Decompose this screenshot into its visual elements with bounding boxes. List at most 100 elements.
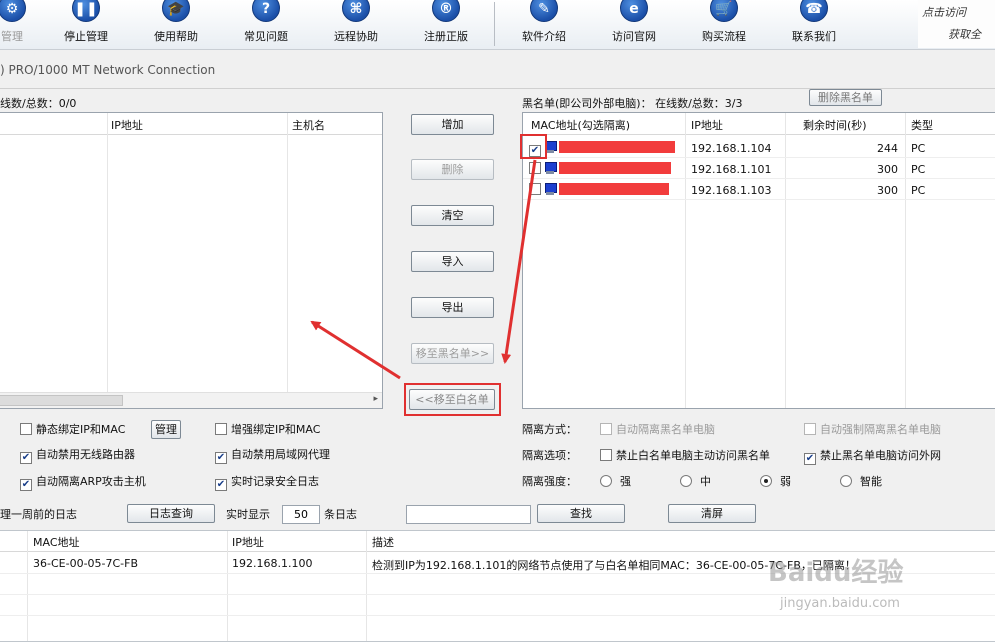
column-divider (227, 531, 228, 641)
brand-line: 点击访问 (922, 6, 966, 19)
column-header[interactable]: MAC地址 (33, 534, 80, 550)
strength-strong-radio[interactable]: 强 (600, 475, 631, 489)
isolation-checkbox[interactable] (529, 183, 541, 195)
scrollbar-thumb[interactable] (0, 395, 123, 406)
toolbar-label: 注册正版 (424, 30, 468, 43)
strength-smart-radio[interactable]: 智能 (840, 475, 882, 489)
radio[interactable] (600, 475, 612, 487)
column-header[interactable]: MAC地址(勾选隔离) (531, 117, 630, 133)
brand-banner[interactable]: 点击访问 获取全 (918, 0, 995, 48)
strength-medium-radio[interactable]: 中 (680, 475, 711, 489)
option-label: 中 (700, 475, 711, 488)
column-divider (27, 531, 28, 641)
toolbar-website-button[interactable]: e 访问官网 (594, 0, 674, 48)
row-ip: 192.168.1.101 (691, 163, 772, 176)
enhanced-bind-option[interactable]: 增强绑定IP和MAC (215, 423, 320, 437)
column-header[interactable]: 类型 (911, 117, 933, 133)
forbid-black-external-option[interactable]: ✔ 禁止黑名单电脑访问外网 (804, 449, 941, 465)
auto-isolate-option[interactable]: 自动隔离黑名单电脑 (600, 423, 715, 437)
delete-button[interactable]: 删除 (411, 159, 494, 180)
strength-label: 隔离强度： (522, 475, 577, 488)
import-button[interactable]: 导入 (411, 251, 494, 272)
move-to-whitelist-button[interactable]: <<移至白名单 (409, 389, 495, 410)
pause-icon: ❚❚ (72, 0, 100, 22)
computer-icon (545, 183, 557, 195)
radio[interactable] (840, 475, 852, 487)
horizontal-scrollbar[interactable]: ▸ (0, 392, 382, 408)
strength-weak-radio[interactable]: 弱 (760, 475, 791, 489)
column-divider (366, 531, 367, 641)
option-label: 自动禁用局域网代理 (231, 448, 330, 461)
scroll-right-icon[interactable]: ▸ (373, 394, 378, 404)
log-query-button[interactable]: 日志查询 (127, 504, 215, 523)
blacklist-caption: 黑名单(即公司外部电脑)： 在线数/总数：3/3 (522, 97, 743, 110)
row-divider (523, 157, 995, 158)
toolbar-faq-button[interactable]: ? 常见问题 (226, 0, 306, 48)
toolbar-purchase-button[interactable]: 🛒 购买流程 (684, 0, 764, 48)
blacklist-table[interactable]: MAC地址(勾选隔离) IP地址 剩余时间(秒) 类型 ✔ 192.168.1.… (522, 112, 995, 409)
checkbox[interactable]: ✔ (804, 453, 816, 465)
toolbar-help-button[interactable]: 🎓 使用帮助 (136, 0, 216, 48)
isolation-checkbox[interactable] (529, 162, 541, 174)
forbid-white-option[interactable]: 禁止白名单电脑主动访问黑名单 (600, 449, 770, 463)
toolbar-contact-button[interactable]: ☎ 联系我们 (774, 0, 854, 48)
column-header[interactable]: 主机名 (292, 117, 325, 133)
column-header[interactable]: IP地址 (691, 117, 723, 133)
column-divider (287, 113, 288, 408)
option-label: 自动隔离黑名单电脑 (616, 423, 715, 436)
toolbar-manage-button[interactable]: ⚙ 管理 (0, 0, 52, 48)
clear-screen-button[interactable]: 清屏 (668, 504, 756, 523)
network-adapter-name: ) PRO/1000 MT Network Connection (0, 63, 216, 77)
manage-button[interactable]: 管理 (151, 420, 181, 439)
checkbox[interactable] (600, 423, 612, 435)
clear-button[interactable]: 清空 (411, 205, 494, 226)
checkbox[interactable]: ✔ (20, 452, 32, 464)
move-to-blacklist-button[interactable]: 移至黑名单>> (411, 343, 494, 364)
checkbox[interactable]: ✔ (215, 479, 227, 491)
toolbar-label: 停止管理 (64, 30, 108, 43)
force-isolate-option[interactable]: 自动强制隔离黑名单电脑 (804, 423, 941, 437)
log-count-suffix: 条日志 (324, 508, 357, 521)
column-header[interactable]: IP地址 (232, 534, 264, 550)
row-mac-cell (529, 183, 669, 196)
row-mac-cell: ✔ (529, 141, 675, 157)
radio[interactable] (680, 475, 692, 487)
log-search-input[interactable] (406, 505, 531, 524)
column-divider (107, 113, 108, 408)
pen-icon: ✎ (530, 0, 558, 22)
toolbar-label: 使用帮助 (154, 30, 198, 43)
checkbox[interactable] (804, 423, 816, 435)
checkbox[interactable]: ✔ (20, 479, 32, 491)
option-label: 自动隔离ARP攻击主机 (36, 475, 146, 488)
column-header[interactable]: 剩余时间(秒) (803, 117, 867, 133)
static-bind-option[interactable]: 静态绑定IP和MAC (20, 423, 125, 437)
log-count-input[interactable]: 50 (282, 505, 320, 524)
disable-lan-proxy-option[interactable]: ✔ 自动禁用局域网代理 (215, 448, 330, 464)
add-button[interactable]: 增加 (411, 114, 494, 135)
brand-line: 获取全 (948, 28, 981, 41)
toolbar-register-button[interactable]: ® 注册正版 (406, 0, 486, 48)
export-button[interactable]: 导出 (411, 297, 494, 318)
table-header: MAC地址(勾选隔离) IP地址 剩余时间(秒) 类型 (523, 113, 995, 135)
checkbox[interactable] (215, 423, 227, 435)
toolbar-label: 联系我们 (792, 30, 836, 43)
toolbar-remote-button[interactable]: ⌘ 远程协助 (316, 0, 396, 48)
remote-assist-icon: ⌘ (342, 0, 370, 22)
realtime-log-option[interactable]: ✔ 实时记录安全日志 (215, 475, 319, 491)
checkbox[interactable]: ✔ (215, 452, 227, 464)
radio[interactable] (760, 475, 772, 487)
toolbar: ⚙ 管理 ❚❚ 停止管理 🎓 使用帮助 ? 常见问题 ⌘ 远程协助 ® 注册正版… (0, 0, 995, 50)
column-header[interactable]: IP地址 (111, 117, 143, 133)
delete-blacklist-button[interactable]: 删除黑名单 (809, 89, 882, 106)
row-divider (523, 178, 995, 179)
toolbar-stop-button[interactable]: ❚❚ 停止管理 (46, 0, 126, 48)
whitelist-caption: 线数/总数：0/0 (0, 97, 77, 110)
checkbox[interactable] (20, 423, 32, 435)
search-button[interactable]: 查找 (537, 504, 625, 523)
column-header[interactable]: 描述 (372, 534, 394, 550)
checkbox[interactable] (600, 449, 612, 461)
isolate-arp-option[interactable]: ✔ 自动隔离ARP攻击主机 (20, 475, 146, 491)
whitelist-table[interactable]: IP地址 主机名 ▸ (0, 112, 383, 409)
disable-wireless-option[interactable]: ✔ 自动禁用无线路由器 (20, 448, 135, 464)
toolbar-intro-button[interactable]: ✎ 软件介绍 (504, 0, 584, 48)
